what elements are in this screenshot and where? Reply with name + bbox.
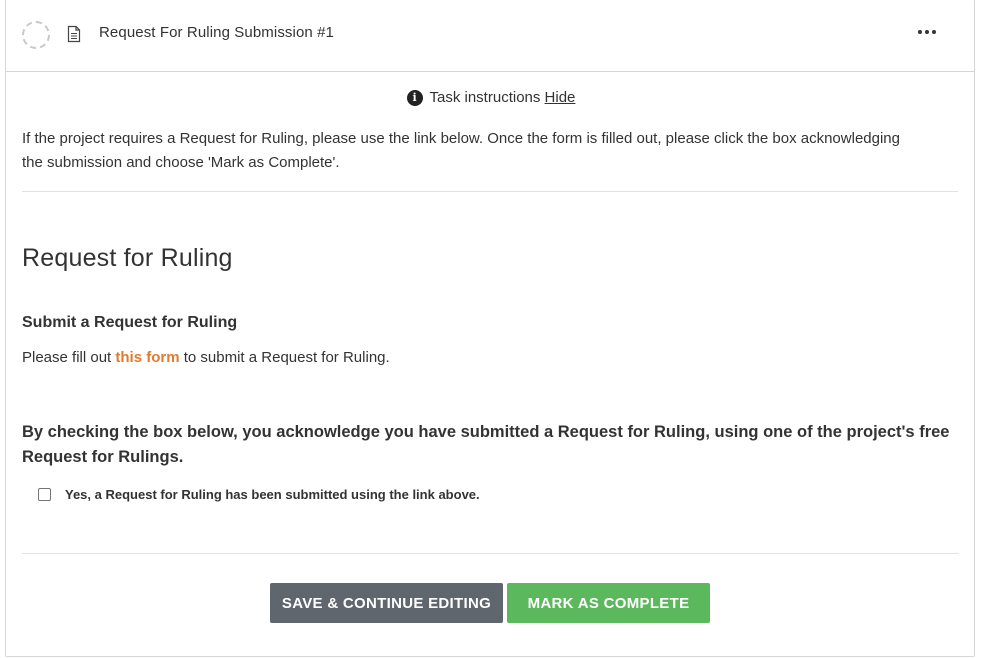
acknowledgement-heading: By checking the box below, you acknowled… <box>22 423 950 466</box>
divider <box>22 553 959 554</box>
section-description: Please fill out this form to submit a Re… <box>22 349 390 366</box>
task-card: Request For Ruling Submission #1 i Task … <box>5 0 975 657</box>
section-heading: Submit a Request for Ruling <box>22 314 238 331</box>
task-header: Request For Ruling Submission #1 <box>6 0 974 72</box>
desc-suffix: to submit a Request for Ruling. <box>179 349 390 366</box>
desc-prefix: Please fill out <box>22 349 116 366</box>
mark-complete-button[interactable]: MARK AS COMPLETE <box>507 583 710 623</box>
task-instructions-label: Task instructions <box>429 89 541 106</box>
this-form-link[interactable]: this form <box>115 349 179 366</box>
form-title: Request for Ruling <box>22 244 233 272</box>
acknowledgement-checkbox[interactable] <box>38 488 51 501</box>
task-status-icon[interactable] <box>22 21 50 49</box>
info-icon: i <box>406 90 423 106</box>
instructions-text: If the project requires a Request for Ru… <box>22 130 900 171</box>
task-title: Request For Ruling Submission #1 <box>99 24 334 41</box>
more-options-icon[interactable] <box>912 20 942 44</box>
save-continue-button[interactable]: SAVE & CONTINUE EDITING <box>270 583 503 623</box>
divider <box>22 191 958 192</box>
document-icon <box>67 25 81 43</box>
task-instructions-toggle: i Task instructions Hide <box>6 89 976 106</box>
acknowledgement-checkbox-label[interactable]: Yes, a Request for Ruling has been submi… <box>65 487 480 502</box>
hide-instructions-link[interactable]: Hide <box>545 89 576 106</box>
